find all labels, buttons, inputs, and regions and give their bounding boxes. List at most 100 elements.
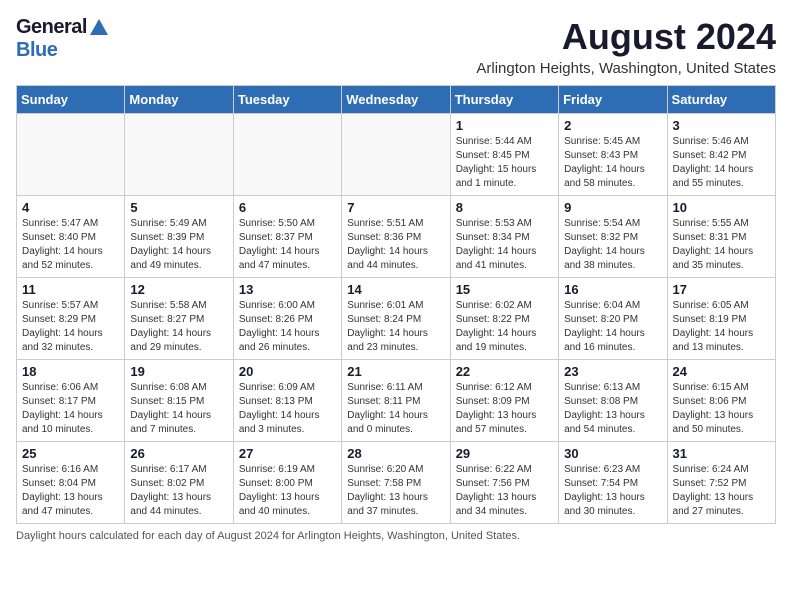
day-info: Sunrise: 6:08 AM Sunset: 8:15 PM Dayligh… — [130, 381, 227, 437]
calendar-cell: 19 Sunrise: 6:08 AM Sunset: 8:15 PM Dayli… — [125, 360, 233, 442]
title-section: August 2024 Arlington Heights, Washingto… — [476, 16, 776, 77]
day-number: 23 — [564, 364, 661, 379]
day-info: Sunrise: 6:23 AM Sunset: 7:54 PM Dayligh… — [564, 463, 661, 519]
calendar-week-row: 18 Sunrise: 6:06 AM Sunset: 8:17 PM Dayli… — [17, 360, 776, 442]
calendar-cell: 13 Sunrise: 6:00 AM Sunset: 8:26 PM Dayli… — [233, 278, 341, 360]
calendar-cell: 31 Sunrise: 6:24 AM Sunset: 7:52 PM Dayli… — [667, 442, 775, 524]
day-number: 12 — [130, 282, 227, 297]
day-number: 7 — [347, 200, 444, 215]
day-number: 21 — [347, 364, 444, 379]
calendar-week-row: 1Sunrise: 5:44 AM Sunset: 8:45 PM Daylig… — [17, 114, 776, 196]
calendar-cell — [17, 114, 125, 196]
calendar-cell: 11 Sunrise: 5:57 AM Sunset: 8:29 PM Dayli… — [17, 278, 125, 360]
day-info: Sunrise: 5:55 AM Sunset: 8:31 PM Dayligh… — [673, 217, 770, 273]
day-number: 2 — [564, 118, 661, 133]
day-number: 5 — [130, 200, 227, 215]
day-info: Sunrise: 5:53 AM Sunset: 8:34 PM Dayligh… — [456, 217, 553, 273]
month-title: August 2024 — [476, 16, 776, 58]
calendar-cell: 17 Sunrise: 6:05 AM Sunset: 8:19 PM Dayli… — [667, 278, 775, 360]
day-number: 30 — [564, 446, 661, 461]
day-info: Sunrise: 6:11 AM Sunset: 8:11 PM Dayligh… — [347, 381, 444, 437]
calendar-cell: 28 Sunrise: 6:20 AM Sunset: 7:58 PM Dayli… — [342, 442, 450, 524]
calendar-cell: 30 Sunrise: 6:23 AM Sunset: 7:54 PM Dayli… — [559, 442, 667, 524]
day-info: Sunrise: 5:58 AM Sunset: 8:27 PM Dayligh… — [130, 299, 227, 355]
day-info: Sunrise: 6:04 AM Sunset: 8:20 PM Dayligh… — [564, 299, 661, 355]
day-info: Sunrise: 5:57 AM Sunset: 8:29 PM Dayligh… — [22, 299, 119, 355]
day-number: 8 — [456, 200, 553, 215]
day-info: Sunrise: 6:05 AM Sunset: 8:19 PM Dayligh… — [673, 299, 770, 355]
day-number: 26 — [130, 446, 227, 461]
calendar-cell: 15Sunrise: 6:02 AM Sunset: 8:22 PM Dayli… — [450, 278, 558, 360]
calendar-day-header: Thursday — [450, 86, 558, 114]
day-info: Sunrise: 5:51 AM Sunset: 8:36 PM Dayligh… — [347, 217, 444, 273]
calendar-cell: 18 Sunrise: 6:06 AM Sunset: 8:17 PM Dayli… — [17, 360, 125, 442]
day-number: 24 — [673, 364, 770, 379]
page-header: General Blue August 2024 Arlington Heigh… — [16, 16, 776, 77]
calendar-cell: 20Sunrise: 6:09 AM Sunset: 8:13 PM Dayli… — [233, 360, 341, 442]
calendar-cell: 21 Sunrise: 6:11 AM Sunset: 8:11 PM Dayli… — [342, 360, 450, 442]
day-number: 18 — [22, 364, 119, 379]
day-info: Sunrise: 6:24 AM Sunset: 7:52 PM Dayligh… — [673, 463, 770, 519]
calendar-cell: 24 Sunrise: 6:15 AM Sunset: 8:06 PM Dayli… — [667, 360, 775, 442]
calendar-cell: 16 Sunrise: 6:04 AM Sunset: 8:20 PM Dayli… — [559, 278, 667, 360]
calendar-day-header: Tuesday — [233, 86, 341, 114]
day-number: 3 — [673, 118, 770, 133]
calendar-cell: 14 Sunrise: 6:01 AM Sunset: 8:24 PM Dayli… — [342, 278, 450, 360]
day-number: 11 — [22, 282, 119, 297]
day-info: Sunrise: 6:12 AM Sunset: 8:09 PM Dayligh… — [456, 381, 553, 437]
day-info: Sunrise: 6:22 AM Sunset: 7:56 PM Dayligh… — [456, 463, 553, 519]
day-number: 22 — [456, 364, 553, 379]
day-number: 1 — [456, 118, 553, 133]
calendar-cell: 22 Sunrise: 6:12 AM Sunset: 8:09 PM Dayli… — [450, 360, 558, 442]
calendar-week-row: 11 Sunrise: 5:57 AM Sunset: 8:29 PM Dayli… — [17, 278, 776, 360]
day-info: Sunrise: 6:17 AM Sunset: 8:02 PM Dayligh… — [130, 463, 227, 519]
location-title: Arlington Heights, Washington, United St… — [476, 60, 776, 77]
logo: General Blue — [16, 16, 108, 62]
calendar-week-row: 25 Sunrise: 6:16 AM Sunset: 8:04 PM Dayli… — [17, 442, 776, 524]
footer-note: Daylight hours calculated for each day o… — [16, 530, 776, 542]
logo-general: General — [16, 16, 87, 39]
day-info: Sunrise: 6:15 AM Sunset: 8:06 PM Dayligh… — [673, 381, 770, 437]
day-number: 15 — [456, 282, 553, 297]
day-info: Sunrise: 6:06 AM Sunset: 8:17 PM Dayligh… — [22, 381, 119, 437]
day-info: Sunrise: 6:00 AM Sunset: 8:26 PM Dayligh… — [239, 299, 336, 355]
day-number: 28 — [347, 446, 444, 461]
calendar-cell: 6Sunrise: 5:50 AM Sunset: 8:37 PM Daylig… — [233, 196, 341, 278]
calendar-cell: 5 Sunrise: 5:49 AM Sunset: 8:39 PM Daylig… — [125, 196, 233, 278]
day-info: Sunrise: 5:47 AM Sunset: 8:40 PM Dayligh… — [22, 217, 119, 273]
day-number: 17 — [673, 282, 770, 297]
day-number: 20 — [239, 364, 336, 379]
day-number: 31 — [673, 446, 770, 461]
calendar-week-row: 4Sunrise: 5:47 AM Sunset: 8:40 PM Daylig… — [17, 196, 776, 278]
calendar-day-header: Saturday — [667, 86, 775, 114]
day-info: Sunrise: 5:49 AM Sunset: 8:39 PM Dayligh… — [130, 217, 227, 273]
calendar-cell: 26 Sunrise: 6:17 AM Sunset: 8:02 PM Dayli… — [125, 442, 233, 524]
calendar-cell: 12 Sunrise: 5:58 AM Sunset: 8:27 PM Dayli… — [125, 278, 233, 360]
calendar-day-header: Friday — [559, 86, 667, 114]
calendar-day-header: Wednesday — [342, 86, 450, 114]
day-number: 29 — [456, 446, 553, 461]
day-info: Sunrise: 6:20 AM Sunset: 7:58 PM Dayligh… — [347, 463, 444, 519]
day-info: Sunrise: 6:16 AM Sunset: 8:04 PM Dayligh… — [22, 463, 119, 519]
day-info: Sunrise: 6:01 AM Sunset: 8:24 PM Dayligh… — [347, 299, 444, 355]
calendar-cell: 3Sunrise: 5:46 AM Sunset: 8:42 PM Daylig… — [667, 114, 775, 196]
calendar-cell: 2Sunrise: 5:45 AM Sunset: 8:43 PM Daylig… — [559, 114, 667, 196]
day-number: 13 — [239, 282, 336, 297]
day-number: 9 — [564, 200, 661, 215]
day-number: 27 — [239, 446, 336, 461]
day-number: 10 — [673, 200, 770, 215]
day-number: 16 — [564, 282, 661, 297]
day-info: Sunrise: 6:19 AM Sunset: 8:00 PM Dayligh… — [239, 463, 336, 519]
logo-blue: Blue — [16, 39, 57, 61]
day-info: Sunrise: 5:54 AM Sunset: 8:32 PM Dayligh… — [564, 217, 661, 273]
calendar-cell — [233, 114, 341, 196]
calendar-cell: 7 Sunrise: 5:51 AM Sunset: 8:36 PM Daylig… — [342, 196, 450, 278]
day-number: 19 — [130, 364, 227, 379]
day-number: 25 — [22, 446, 119, 461]
calendar-cell: 8 Sunrise: 5:53 AM Sunset: 8:34 PM Daylig… — [450, 196, 558, 278]
day-info: Sunrise: 5:50 AM Sunset: 8:37 PM Dayligh… — [239, 217, 336, 273]
logo-triangle-icon — [90, 19, 108, 35]
day-number: 14 — [347, 282, 444, 297]
calendar-table: SundayMondayTuesdayWednesdayThursdayFrid… — [16, 85, 776, 524]
calendar-cell: 29 Sunrise: 6:22 AM Sunset: 7:56 PM Dayli… — [450, 442, 558, 524]
